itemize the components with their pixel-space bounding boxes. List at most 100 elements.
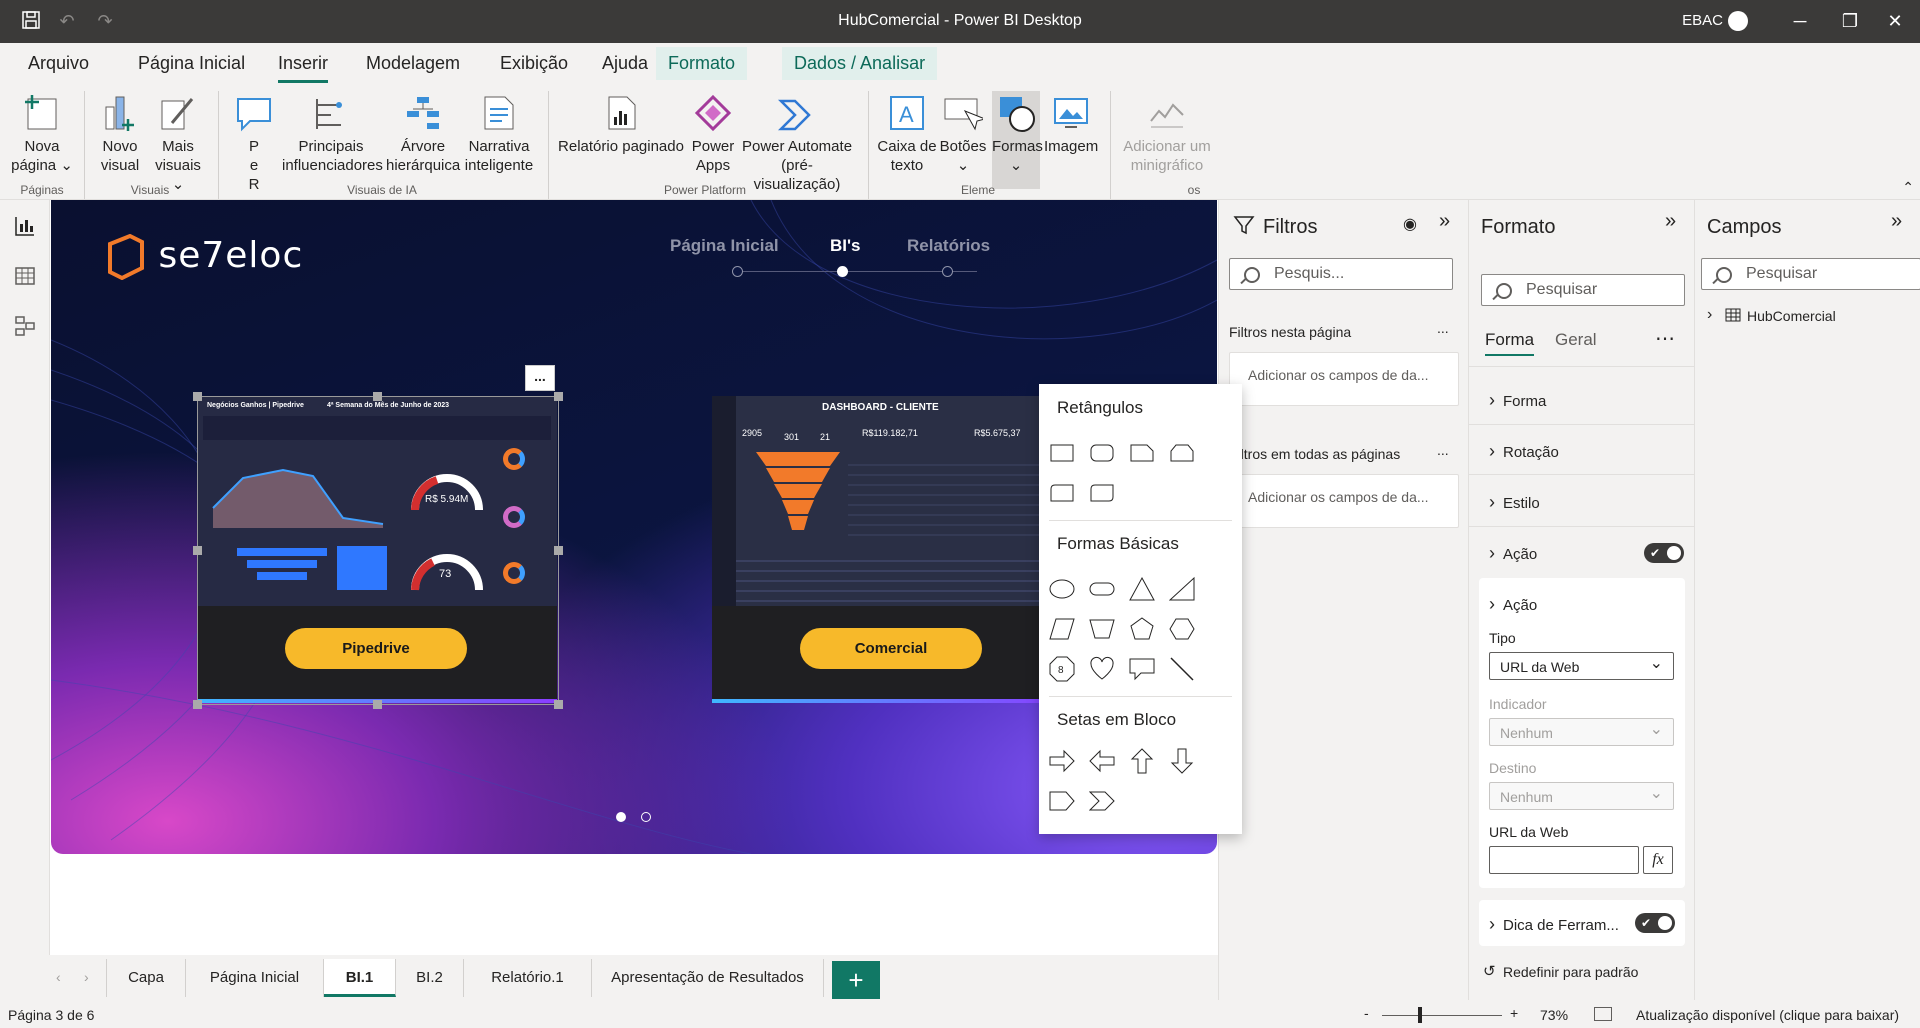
tipo-select[interactable]: URL da Web [1489,652,1674,680]
format-search[interactable]: Pesquisar [1481,274,1685,306]
page-tab-pagina-inicial[interactable]: Página Inicial [186,959,324,997]
menu-pagina-inicial[interactable]: Página Inicial [138,53,245,74]
report-canvas[interactable]: se7eloc Página Inicial BI's Relatórios N… [50,200,1242,955]
caixa-texto-button[interactable]: A Caixa de texto [876,93,938,175]
collapse-format-icon[interactable]: » [1665,210,1676,233]
fit-page-icon[interactable] [1594,1007,1612,1021]
pill-shape-icon[interactable] [1089,576,1115,602]
reset-icon[interactable]: ↺ [1483,962,1496,980]
user-name[interactable]: EBAC [1682,12,1723,29]
comercial-button[interactable]: Comercial [800,628,982,669]
format-more[interactable]: ⋯ [1655,326,1675,351]
menu-modelagem[interactable]: Modelagem [366,53,460,74]
comercial-card[interactable]: DASHBOARD - CLIENTE 2905 301 21 R$119.18… [712,396,1072,703]
restore-button[interactable]: ❐ [1835,8,1865,34]
mais-visuais-button[interactable]: Mais visuais ⌄ [150,93,206,194]
acao-inner-header[interactable]: Ação [1489,594,1537,615]
filters-this-page-drop[interactable]: Adicionar os campos de da... [1229,352,1459,406]
filters-search[interactable]: Pesquis... [1229,258,1453,290]
carousel-dot-2[interactable] [641,812,651,822]
eye-icon[interactable]: ◉ [1403,214,1417,234]
page-tab-capa[interactable]: Capa [106,959,186,997]
novo-visual-button[interactable]: Novo visual [94,93,146,175]
page-tab-relatorio1[interactable]: Relatório.1 [464,959,592,997]
imagem-button[interactable]: Imagem [1044,93,1098,156]
triangle-shape-icon[interactable] [1129,576,1155,602]
round-diagonal-rectangle-shape-icon[interactable] [1089,480,1115,506]
trapezoid-shape-icon[interactable] [1089,616,1115,642]
model-view-icon[interactable] [13,314,37,338]
filters-all-pages-more[interactable]: ... [1437,442,1449,458]
arrow-right-shape-icon[interactable] [1049,748,1075,774]
report-view-icon[interactable] [13,214,37,238]
botoes-button[interactable]: Botões ⌄ [938,93,988,175]
menu-inserir[interactable]: Inserir [278,53,329,83]
menu-ajuda[interactable]: Ajuda [602,53,648,74]
arrow-left-shape-icon[interactable] [1089,748,1115,774]
rounded-rectangle-shape-icon[interactable] [1089,440,1115,466]
tab-scroll-left-icon[interactable]: ‹ [56,969,61,985]
url-input[interactable] [1489,846,1639,874]
pentagon-shape-icon[interactable] [1129,616,1155,642]
menu-exibicao[interactable]: Exibição [500,53,568,74]
right-triangle-shape-icon[interactable] [1169,576,1195,602]
speech-bubble-shape-icon[interactable] [1129,656,1155,682]
nav-dot-1[interactable] [732,266,743,277]
zoom-level[interactable]: 73% [1540,1007,1568,1023]
nav-dot-2[interactable] [837,266,848,277]
nav-relatorios[interactable]: Relatórios [907,236,990,256]
nav-bis[interactable]: BI's [830,236,861,256]
filters-all-pages-drop[interactable]: Adicionar os campos de da... [1229,474,1459,528]
tab-forma[interactable]: Forma [1485,330,1535,356]
zoom-slider[interactable] [1382,1015,1502,1016]
zoom-out-button[interactable]: - [1364,1005,1369,1021]
section-acao[interactable]: Ação [1489,543,1537,564]
zoom-in-button[interactable]: + [1510,1005,1518,1021]
pe-r-button[interactable]: P e R [228,93,280,194]
add-page-button[interactable]: + [832,961,880,999]
acao-toggle[interactable]: ✔ [1644,543,1684,563]
line-shape-icon[interactable] [1169,656,1195,682]
section-rotacao[interactable]: Rotação [1489,441,1559,462]
rectangle-shape-icon[interactable] [1049,440,1075,466]
menu-formato[interactable]: Formato [656,47,748,80]
more-options-button[interactable]: ... [525,365,555,391]
snip-top-rectangle-shape-icon[interactable] [1169,440,1195,466]
collapse-filters-icon[interactable]: » [1439,210,1450,233]
fields-search[interactable]: Pesquisar [1701,258,1920,290]
tab-scroll-right-icon[interactable]: › [84,969,89,985]
arvore-button[interactable]: Árvore hierárquica [386,93,460,175]
narrativa-button[interactable]: Narrativa inteligente [462,93,536,175]
update-available-link[interactable]: Atualização disponível (clique para baix… [1636,1007,1899,1023]
parallelogram-shape-icon[interactable] [1049,616,1075,642]
octagon-shape-icon[interactable]: 8 [1049,656,1075,682]
menu-dados-analisar[interactable]: Dados / Analisar [782,47,938,80]
hexagon-shape-icon[interactable] [1169,616,1195,642]
chevron-shape-icon[interactable] [1089,788,1115,814]
arrow-down-shape-icon[interactable] [1169,748,1195,774]
power-automate-button[interactable]: Power Automate (pré-visualização) [740,93,854,194]
page-tab-bi1[interactable]: BI.1 [324,959,396,997]
fx-button[interactable]: fx [1643,846,1673,874]
pentagon-arrow-shape-icon[interactable] [1049,788,1075,814]
filters-this-page-more[interactable]: ... [1437,320,1449,336]
dica-header[interactable]: Dica de Ferram... [1489,914,1619,935]
collapse-fields-icon[interactable]: » [1891,210,1902,233]
fields-table-hubcomercial[interactable]: HubComercial [1747,308,1836,324]
heart-shape-icon[interactable] [1089,656,1115,682]
carousel-dot-1[interactable] [616,812,626,822]
reset-link[interactable]: Redefinir para padrão [1503,964,1638,980]
avatar[interactable] [1728,11,1748,31]
tab-geral[interactable]: Geral [1555,330,1597,350]
zoom-slider-thumb[interactable] [1418,1007,1422,1023]
influenciadores-button[interactable]: Principais influenciadores [282,93,383,175]
page-tab-bi2[interactable]: BI.2 [396,959,464,997]
nav-pagina-inicial[interactable]: Página Inicial [670,236,779,256]
snip-corner-rectangle-shape-icon[interactable] [1129,440,1155,466]
close-button[interactable]: ✕ [1880,8,1910,34]
section-forma[interactable]: Forma [1489,390,1546,411]
arrow-up-shape-icon[interactable] [1129,748,1155,774]
round-top-rectangle-shape-icon[interactable] [1049,480,1075,506]
minimize-button[interactable]: ─ [1785,8,1815,34]
oval-shape-icon[interactable] [1049,576,1075,602]
